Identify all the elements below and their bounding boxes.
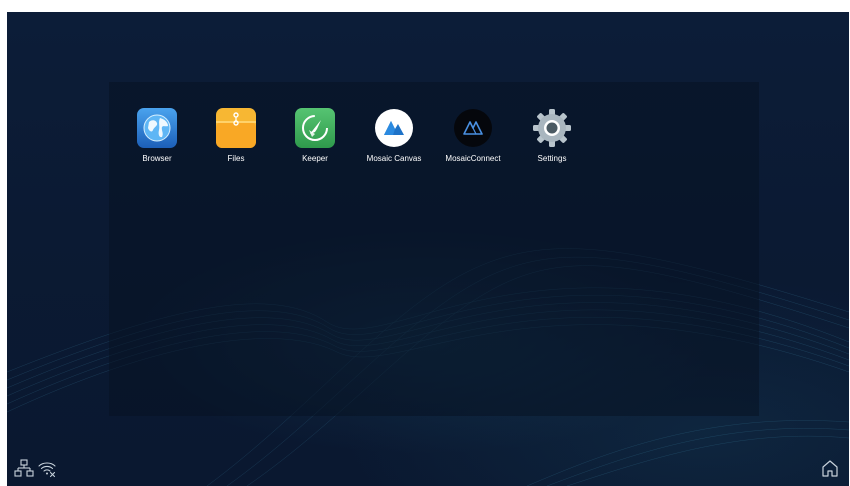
app-browser[interactable]: Browser xyxy=(117,108,197,170)
app-settings[interactable]: Settings xyxy=(512,108,592,170)
app-mosaic-connect[interactable]: MosaicConnect xyxy=(433,108,513,170)
globe-icon xyxy=(137,108,177,148)
folder-icon xyxy=(216,108,256,148)
app-mosaic-canvas[interactable]: Mosaic Canvas xyxy=(354,108,434,170)
mosaic-canvas-icon xyxy=(375,109,413,147)
ethernet-icon[interactable] xyxy=(14,458,34,478)
mosaic-connect-icon xyxy=(454,109,492,147)
broom-icon xyxy=(295,108,335,148)
app-label-mosaic-connect: MosaicConnect xyxy=(445,154,501,163)
app-label-files: Files xyxy=(227,154,245,163)
gear-icon xyxy=(533,109,571,147)
app-label-browser: Browser xyxy=(142,154,172,163)
wifi-disconnected-icon[interactable] xyxy=(37,458,57,478)
app-files[interactable]: Files xyxy=(196,108,276,170)
app-grid-panel: Browser Files Keeper Mosaic Canvas Mosai… xyxy=(109,82,759,416)
app-keeper[interactable]: Keeper xyxy=(275,108,355,170)
app-label-keeper: Keeper xyxy=(302,154,328,163)
home-screen: Browser Files Keeper Mosaic Canvas Mosai… xyxy=(7,12,849,486)
app-label-settings: Settings xyxy=(537,154,567,163)
app-label-mosaic-canvas: Mosaic Canvas xyxy=(366,154,422,163)
home-icon[interactable] xyxy=(820,458,840,478)
